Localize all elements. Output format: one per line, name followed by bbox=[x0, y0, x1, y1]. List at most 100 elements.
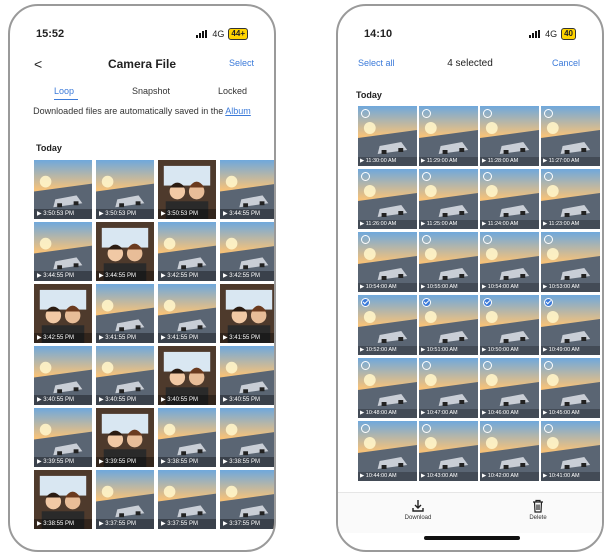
checkbox-icon[interactable] bbox=[483, 235, 492, 244]
checkbox-icon[interactable] bbox=[422, 424, 431, 433]
checkbox-checked-icon[interactable] bbox=[361, 298, 370, 307]
video-thumbnail[interactable]: ▶ 3:37:55 PM bbox=[96, 470, 154, 529]
selectable-video-thumbnail[interactable]: ▶ 10:51:00 AM bbox=[419, 295, 478, 355]
selectable-video-thumbnail[interactable]: ▶ 10:47:00 AM bbox=[419, 358, 478, 418]
video-time-label: ▶ 11:27:00 AM bbox=[541, 157, 600, 166]
select-button[interactable]: Select bbox=[229, 58, 254, 68]
selectable-video-thumbnail[interactable]: ▶ 10:55:00 AM bbox=[419, 232, 478, 292]
checkbox-icon[interactable] bbox=[361, 361, 370, 370]
checkbox-icon[interactable] bbox=[422, 235, 431, 244]
selectable-video-thumbnail[interactable]: ▶ 10:50:00 AM bbox=[480, 295, 539, 355]
tab-locked[interactable]: Locked bbox=[218, 86, 247, 96]
checkbox-icon[interactable] bbox=[544, 235, 553, 244]
selectable-video-thumbnail[interactable]: ▶ 10:43:00 AM bbox=[419, 421, 478, 481]
selectable-video-thumbnail[interactable]: ▶ 10:41:00 AM bbox=[541, 421, 600, 481]
status-right: 4G 44+ bbox=[196, 28, 248, 40]
checkbox-checked-icon[interactable] bbox=[544, 298, 553, 307]
video-time-label: ▶ 10:49:00 AM bbox=[541, 346, 600, 355]
checkbox-icon[interactable] bbox=[483, 424, 492, 433]
video-time-label: ▶ 3:44:55 PM bbox=[220, 209, 274, 219]
video-time-label: ▶ 10:47:00 AM bbox=[419, 409, 478, 418]
checkbox-icon[interactable] bbox=[483, 172, 492, 181]
checkbox-icon[interactable] bbox=[544, 172, 553, 181]
checkbox-icon[interactable] bbox=[483, 361, 492, 370]
video-thumbnail[interactable]: ▶ 3:38:55 PM bbox=[34, 470, 92, 529]
video-thumbnail[interactable]: ▶ 3:41:55 PM bbox=[220, 284, 274, 343]
selectable-video-thumbnail[interactable]: ▶ 10:48:00 AM bbox=[358, 358, 417, 418]
selectable-video-thumbnail[interactable]: ▶ 11:28:00 AM bbox=[480, 106, 539, 166]
selectable-video-thumbnail[interactable]: ▶ 10:52:00 AM bbox=[358, 295, 417, 355]
video-thumbnail[interactable]: ▶ 3:37:55 PM bbox=[158, 470, 216, 529]
video-time-label: ▶ 10:44:00 AM bbox=[358, 472, 417, 481]
download-button[interactable]: Download bbox=[388, 499, 448, 521]
status-bar: 14:10 4G 40 bbox=[338, 28, 602, 44]
video-time-label: ▶ 11:26:00 AM bbox=[358, 220, 417, 229]
checkbox-icon[interactable] bbox=[544, 424, 553, 433]
tab-loop[interactable]: Loop bbox=[54, 86, 74, 96]
selectable-video-thumbnail[interactable]: ▶ 10:42:00 AM bbox=[480, 421, 539, 481]
status-time: 15:52 bbox=[36, 28, 65, 40]
selection-bar: Select all 4 selected Cancel bbox=[338, 58, 602, 74]
video-thumbnail[interactable]: ▶ 3:44:55 PM bbox=[34, 222, 92, 281]
video-thumbnail[interactable]: ▶ 3:40:55 PM bbox=[96, 346, 154, 405]
action-bar: Download Delete bbox=[338, 492, 602, 533]
selectable-video-thumbnail[interactable]: ▶ 11:23:00 AM bbox=[541, 169, 600, 229]
selectable-video-thumbnail[interactable]: ▶ 11:26:00 AM bbox=[358, 169, 417, 229]
selectable-video-thumbnail[interactable]: ▶ 10:54:00 AM bbox=[480, 232, 539, 292]
checkbox-icon[interactable] bbox=[361, 172, 370, 181]
selectable-video-thumbnail[interactable]: ▶ 10:53:00 AM bbox=[541, 232, 600, 292]
checkbox-icon[interactable] bbox=[544, 361, 553, 370]
selectable-video-thumbnail[interactable]: ▶ 11:27:00 AM bbox=[541, 106, 600, 166]
selectable-video-thumbnail[interactable]: ▶ 11:24:00 AM bbox=[480, 169, 539, 229]
video-thumbnail[interactable]: ▶ 3:37:55 PM bbox=[220, 470, 274, 529]
delete-button[interactable]: Delete bbox=[508, 499, 568, 521]
video-time-label: ▶ 3:37:55 PM bbox=[220, 519, 274, 529]
video-thumbnail[interactable]: ▶ 3:40:55 PM bbox=[220, 346, 274, 405]
selectable-video-thumbnail[interactable]: ▶ 11:29:00 AM bbox=[419, 106, 478, 166]
checkbox-icon[interactable] bbox=[422, 361, 431, 370]
video-thumbnail[interactable]: ▶ 3:44:55 PM bbox=[96, 222, 154, 281]
video-thumbnail[interactable]: ▶ 3:40:55 PM bbox=[158, 346, 216, 405]
video-thumbnail[interactable]: ▶ 3:40:55 PM bbox=[34, 346, 92, 405]
video-time-label: ▶ 3:38:55 PM bbox=[34, 519, 92, 529]
album-link[interactable]: Album bbox=[225, 106, 251, 116]
checkbox-icon[interactable] bbox=[361, 424, 370, 433]
checkbox-icon[interactable] bbox=[422, 172, 431, 181]
selectable-video-thumbnail[interactable]: ▶ 10:54:00 AM bbox=[358, 232, 417, 292]
video-time-label: ▶ 3:41:55 PM bbox=[220, 333, 274, 343]
video-thumbnail[interactable]: ▶ 3:42:55 PM bbox=[34, 284, 92, 343]
video-time-label: ▶ 10:55:00 AM bbox=[419, 283, 478, 292]
selectable-video-thumbnail[interactable]: ▶ 10:46:00 AM bbox=[480, 358, 539, 418]
checkbox-checked-icon[interactable] bbox=[483, 298, 492, 307]
checkbox-icon[interactable] bbox=[422, 109, 431, 118]
video-thumbnail[interactable]: ▶ 3:39:55 PM bbox=[96, 408, 154, 467]
selectable-video-thumbnail[interactable]: ▶ 10:45:00 AM bbox=[541, 358, 600, 418]
selectable-video-thumbnail[interactable]: ▶ 10:49:00 AM bbox=[541, 295, 600, 355]
selectable-video-thumbnail[interactable]: ▶ 10:44:00 AM bbox=[358, 421, 417, 481]
checkbox-icon[interactable] bbox=[361, 109, 370, 118]
video-thumbnail[interactable]: ▶ 3:50:53 PM bbox=[34, 160, 92, 219]
video-time-label: ▶ 3:37:55 PM bbox=[158, 519, 216, 529]
section-title: Today bbox=[36, 143, 62, 153]
video-thumbnail[interactable]: ▶ 3:42:55 PM bbox=[158, 222, 216, 281]
video-thumbnail[interactable]: ▶ 3:41:55 PM bbox=[96, 284, 154, 343]
video-thumbnail[interactable]: ▶ 3:44:55 PM bbox=[220, 160, 274, 219]
video-thumbnail[interactable]: ▶ 3:41:55 PM bbox=[158, 284, 216, 343]
video-thumbnail[interactable]: ▶ 3:38:55 PM bbox=[220, 408, 274, 467]
checkbox-icon[interactable] bbox=[483, 109, 492, 118]
trash-icon bbox=[533, 499, 543, 513]
cancel-button[interactable]: Cancel bbox=[552, 58, 580, 68]
video-thumbnail[interactable]: ▶ 3:50:53 PM bbox=[158, 160, 216, 219]
selectable-video-thumbnail[interactable]: ▶ 11:25:00 AM bbox=[419, 169, 478, 229]
tab-snapshot[interactable]: Snapshot bbox=[132, 86, 170, 96]
video-thumbnail[interactable]: ▶ 3:39:55 PM bbox=[34, 408, 92, 467]
video-thumbnail[interactable]: ▶ 3:42:55 PM bbox=[220, 222, 274, 281]
checkbox-icon[interactable] bbox=[361, 235, 370, 244]
selectable-video-thumbnail[interactable]: ▶ 11:30:00 AM bbox=[358, 106, 417, 166]
video-time-label: ▶ 10:45:00 AM bbox=[541, 409, 600, 418]
active-tab-indicator bbox=[54, 99, 78, 100]
video-thumbnail[interactable]: ▶ 3:38:55 PM bbox=[158, 408, 216, 467]
checkbox-icon[interactable] bbox=[544, 109, 553, 118]
checkbox-checked-icon[interactable] bbox=[422, 298, 431, 307]
video-thumbnail[interactable]: ▶ 3:50:53 PM bbox=[96, 160, 154, 219]
